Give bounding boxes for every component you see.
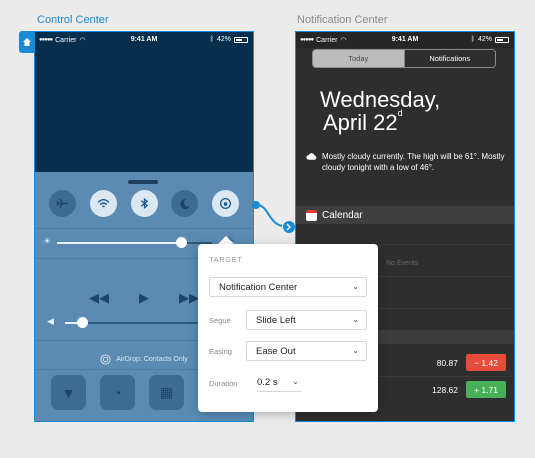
bluetooth-toggle[interactable] (130, 190, 158, 217)
easing-label: Easing (209, 347, 232, 356)
rotation-lock-toggle[interactable] (212, 190, 239, 217)
date-text: April 22 (323, 110, 398, 135)
target-heading: TARGET (209, 255, 243, 264)
timer-icon: ◔ (113, 384, 122, 401)
nc-tab-control: Today Notifications (312, 49, 496, 68)
notification-center-screen-label[interactable]: Notification Center (297, 14, 388, 26)
rotation-lock-icon (219, 197, 232, 210)
no-events-label: No Events (386, 260, 419, 267)
timer-button[interactable]: ◔ (100, 375, 135, 410)
status-bar: ●●●●● Carrier ◠ 9:41 AM ᛒ 42% (296, 32, 514, 48)
chevron-down-icon: ⌄ (352, 315, 359, 324)
fast-forward-icon[interactable]: ▶▶ (179, 290, 199, 306)
brightness-low-icon: ☀ (43, 236, 52, 246)
chevron-down-icon: ⌄ (352, 282, 359, 291)
stock-price: 80.87 (436, 358, 458, 368)
play-icon[interactable]: ▶ (139, 290, 149, 306)
duration-label: Duration (209, 379, 238, 388)
wifi-icon (97, 199, 110, 208)
wifi-toggle[interactable] (89, 190, 117, 217)
popover-arrow (218, 236, 234, 244)
bluetooth-status-icon: ᛒ (209, 36, 214, 43)
chevron-down-icon: ⌄ (352, 346, 359, 355)
do-not-disturb-toggle[interactable] (171, 190, 199, 217)
status-bar: ●●●●● Carrier ◠ 9:41 AM ᛒ 42% (35, 32, 253, 48)
home-icon[interactable] (19, 31, 35, 53)
battery-icon (495, 36, 509, 43)
cloud-icon (306, 153, 317, 160)
easing-select-value: Ease Out (256, 345, 296, 357)
rewind-icon[interactable]: ◀◀ (89, 290, 109, 306)
battery-percent: 42% (216, 36, 231, 43)
brightness-slider-knob[interactable] (176, 237, 187, 248)
easing-select[interactable]: Ease Out ⌄ (246, 341, 367, 361)
toggle-row (49, 190, 239, 217)
stock-change-badge[interactable]: + 1.71 (466, 381, 506, 398)
battery-percent: 42% (477, 36, 492, 43)
segue-select[interactable]: Slide Left ⌄ (246, 310, 367, 330)
calendar-section-header[interactable]: Calendar (296, 206, 514, 224)
target-popover: TARGET Notification Center ⌄ Segue Slide… (198, 244, 378, 412)
date-heading: April 22d (323, 108, 403, 136)
calculator-button[interactable]: ▦ (149, 375, 184, 410)
weather-text: Mostly cloudy currently. The high will b… (322, 152, 505, 172)
divider (35, 228, 253, 229)
bluetooth-icon (140, 197, 148, 210)
flashlight-icon: ▼ (61, 384, 76, 401)
date-suffix: d (397, 108, 403, 118)
segue-target-handle (283, 221, 295, 233)
chevron-right-icon (286, 223, 291, 231)
battery-icon (234, 36, 248, 43)
stock-change-badge[interactable]: − 1.42 (466, 354, 506, 371)
segue-label: Segue (209, 316, 231, 325)
calendar-title: Calendar (322, 209, 363, 221)
volume-low-icon: ◀ (47, 316, 54, 326)
segue-select-value: Slide Left (256, 314, 296, 326)
airplane-toggle[interactable] (49, 190, 76, 217)
airdrop-label: AirDrop: Contacts Only (116, 356, 188, 363)
duration-select[interactable]: 0.2 s ⌄ (257, 374, 301, 392)
target-select[interactable]: Notification Center ⌄ (209, 277, 367, 297)
tab-notifications[interactable]: Notifications (403, 50, 496, 67)
airdrop-icon (100, 354, 111, 365)
tab-today[interactable]: Today (313, 50, 404, 67)
weather-summary: Mostly cloudy currently. The high will b… (306, 151, 506, 173)
bluetooth-status-icon: ᛒ (470, 36, 475, 43)
duration-select-value: 0.2 s (257, 377, 278, 388)
airplane-icon (56, 198, 68, 209)
target-select-value: Notification Center (219, 281, 298, 293)
stock-price: 128.62 (432, 385, 458, 395)
volume-slider-knob[interactable] (77, 317, 88, 328)
calendar-icon (306, 209, 317, 221)
brightness-slider-fill (57, 242, 181, 244)
chevron-down-icon: ⌄ (292, 377, 299, 386)
control-center-screen-label[interactable]: Control Center (37, 14, 109, 26)
moon-icon (180, 198, 190, 209)
grabber-handle[interactable] (128, 180, 158, 184)
flashlight-button[interactable]: ▼ (51, 375, 86, 410)
calculator-icon: ▦ (159, 384, 174, 400)
